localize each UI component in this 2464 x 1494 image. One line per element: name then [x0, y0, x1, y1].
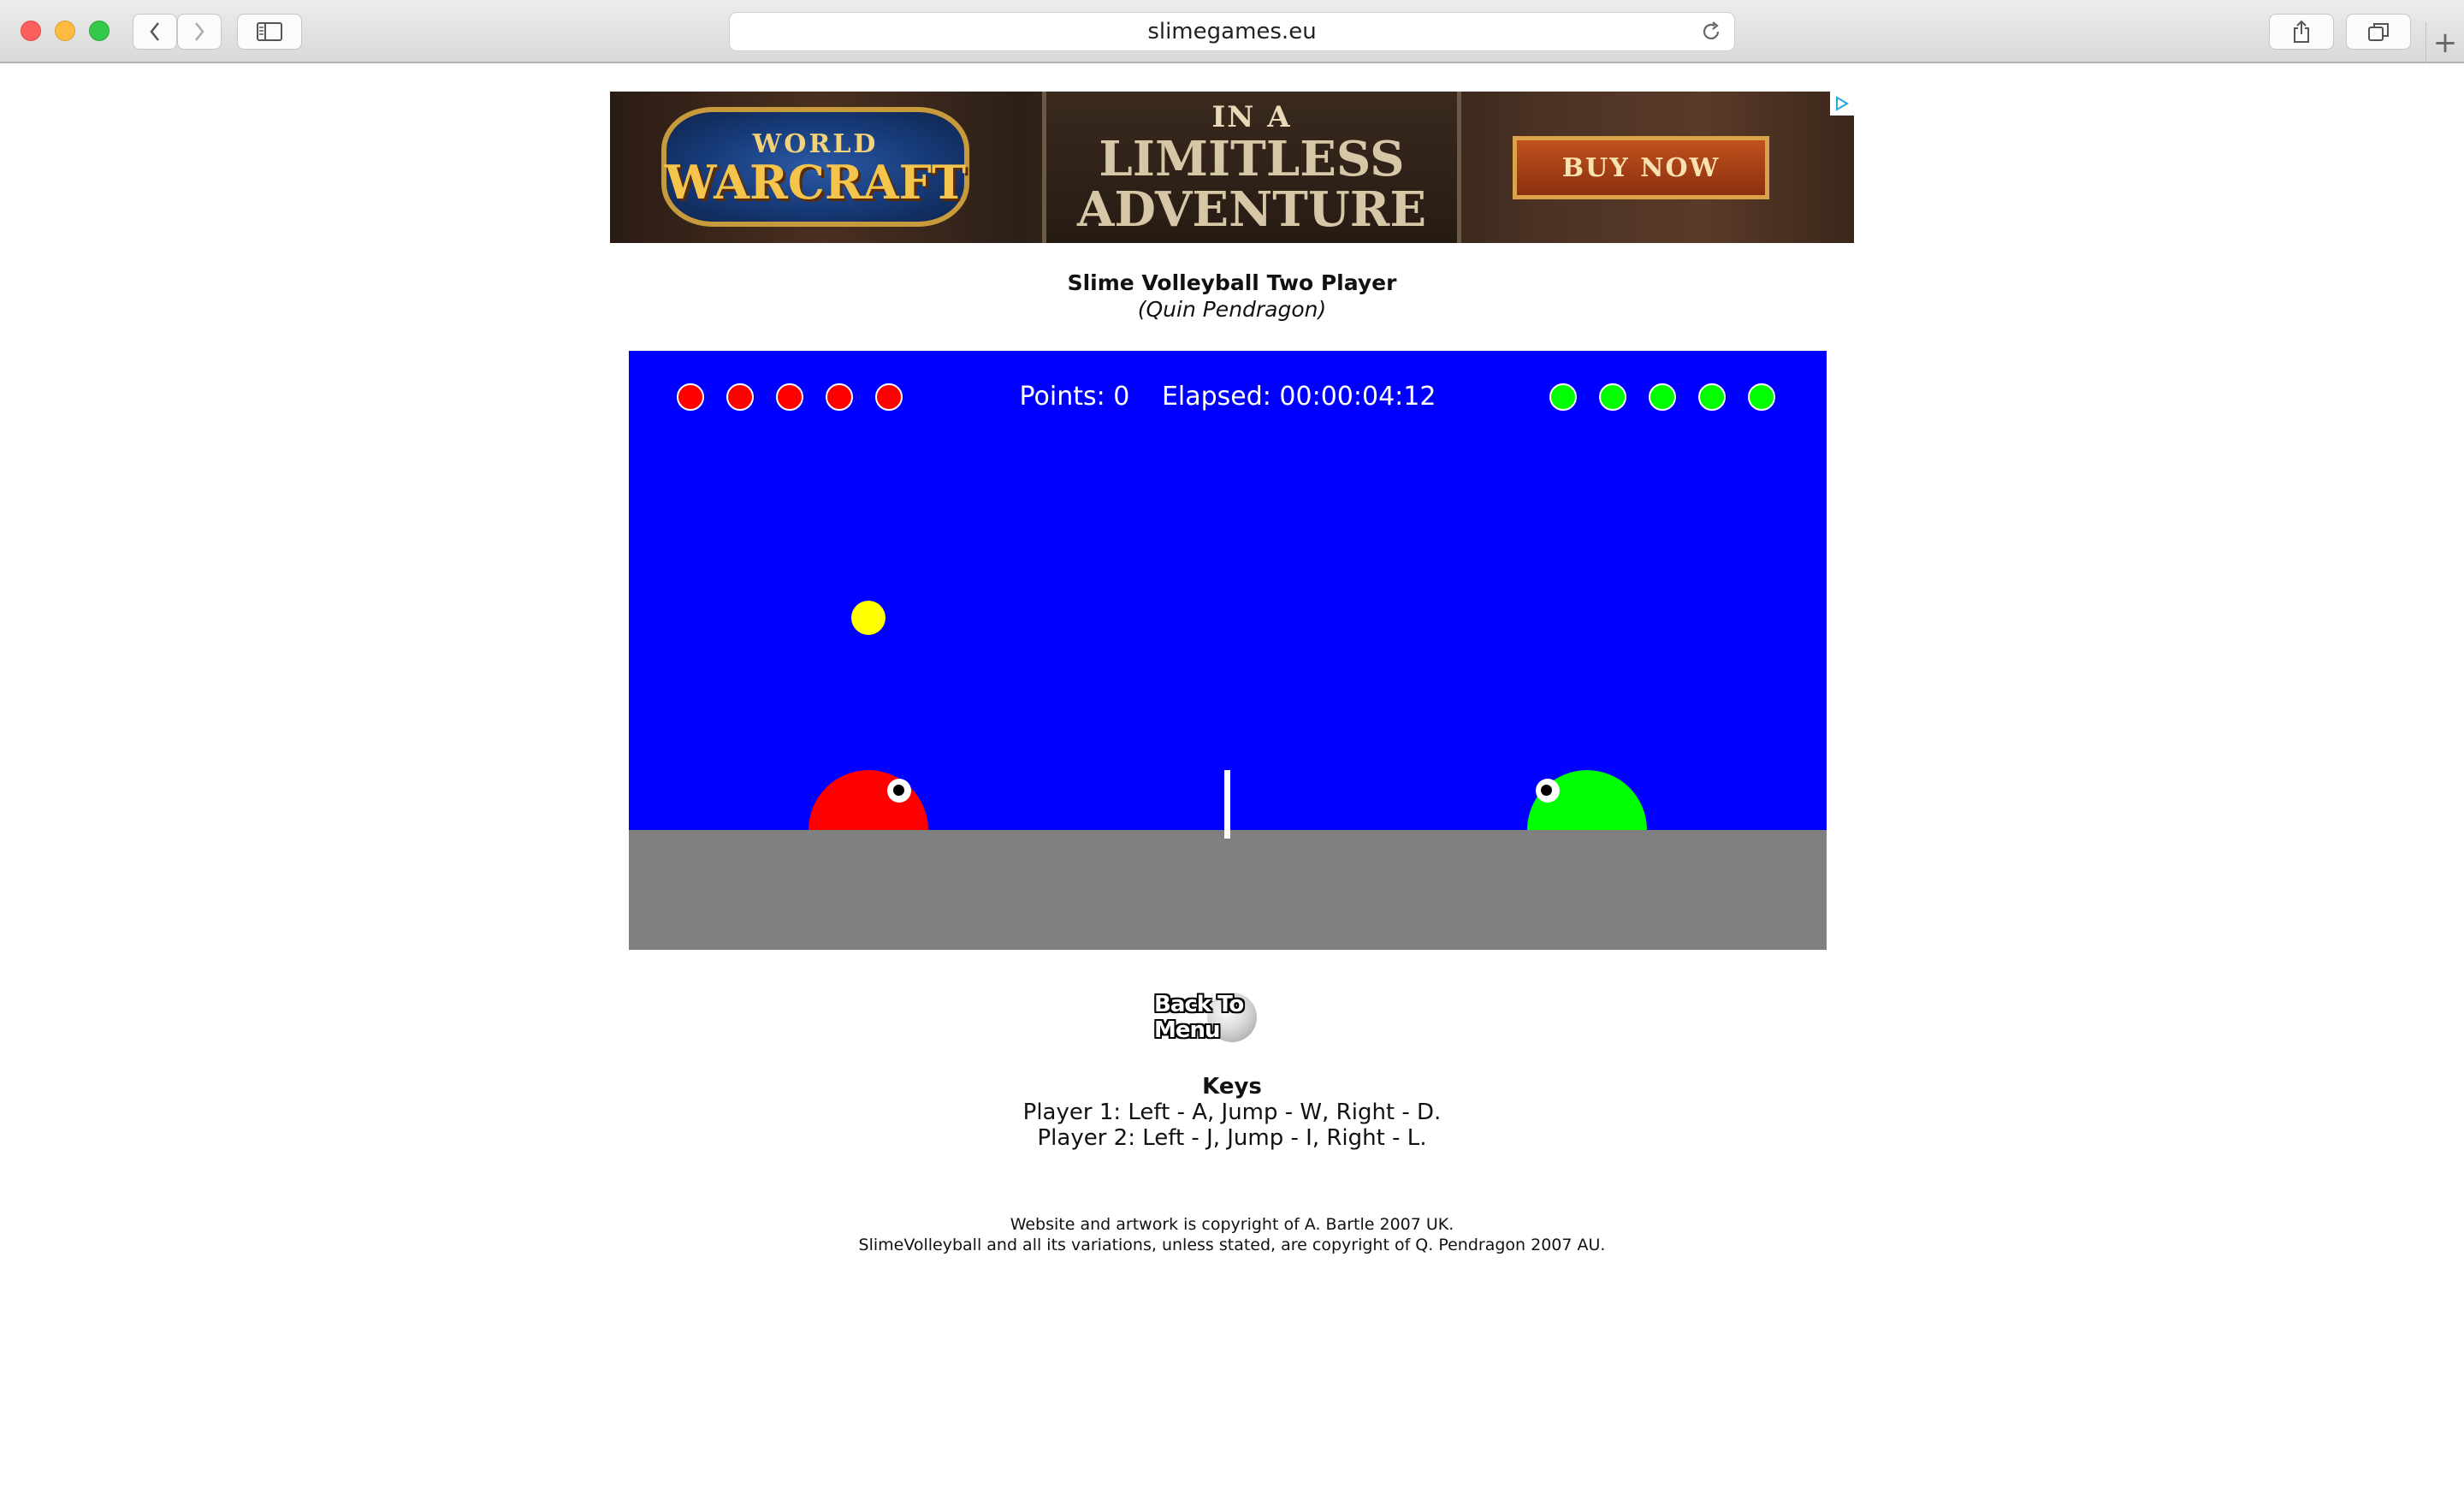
new-tab-button[interactable]: +: [2426, 22, 2464, 63]
volleyball-net: [1224, 770, 1230, 839]
reload-icon[interactable]: [1700, 21, 1722, 43]
keys-heading: Keys: [1202, 1074, 1262, 1100]
keys-instructions: Keys Player 1: Left - A, Jump - W, Right…: [0, 1074, 2464, 1151]
back-nav-button[interactable]: [133, 14, 177, 50]
copyright-line2: SlimeVolleyball and all its variations, …: [858, 1236, 1606, 1254]
player2-eye: [1536, 779, 1560, 803]
court-ground: [629, 830, 1827, 950]
player2-keys: Player 2: Left - J, Jump - I, Right - L.: [1037, 1125, 1427, 1151]
copyright-footer: Website and artwork is copyright of A. B…: [0, 1214, 2464, 1255]
elapsed-timer: Elapsed: 00:00:04:12: [1161, 382, 1436, 412]
logo-main-text: WARCRAFT: [664, 154, 967, 210]
tabs-icon: [2368, 23, 2389, 41]
back-to-menu-label: Back To Menu: [1154, 992, 1244, 1043]
minimize-window-button[interactable]: [55, 21, 75, 41]
share-icon: [2294, 20, 2309, 43]
score-hud: Points: 0 Elapsed: 00:00:04:12: [629, 382, 1827, 412]
game-author: (Quin Pendragon): [1137, 297, 1327, 322]
browser-toolbar: slimegames.eu +: [0, 0, 2464, 63]
ad-slogan-line1: IN A: [1211, 99, 1292, 134]
warcraft-logo: WORLD WARCRAFT: [661, 107, 969, 227]
fullscreen-window-button[interactable]: [89, 21, 110, 41]
address-bar[interactable]: slimegames.eu: [729, 12, 1735, 51]
share-button[interactable]: [2269, 14, 2334, 50]
ad-slogan-panel: IN A LIMITLESS ADVENTURE: [1042, 92, 1461, 243]
chevron-right-icon: [195, 22, 204, 41]
ad-slogan-line3: ADVENTURE: [1076, 181, 1427, 238]
advertisement-banner[interactable]: WORLD WARCRAFT IN A LIMITLESS ADVENTURE …: [610, 92, 1854, 243]
points-counter: Points: 0: [1019, 382, 1130, 412]
volleyball: [851, 601, 886, 635]
back-to-menu-button[interactable]: Back To Menu: [1154, 991, 1310, 1044]
buy-now-button[interactable]: BUY NOW: [1513, 136, 1769, 199]
address-bar-url: slimegames.eu: [1147, 19, 1317, 44]
sidebar-toggle-button[interactable]: [237, 14, 302, 50]
chevron-left-icon: [150, 22, 159, 41]
forward-nav-button[interactable]: [177, 14, 222, 50]
player1-slime: [808, 770, 928, 830]
player2-slime: [1527, 770, 1647, 830]
ad-slogan-line2: LIMITLESS: [1099, 130, 1405, 187]
adchoices-icon[interactable]: [1830, 92, 1854, 116]
sidebar-icon: [257, 22, 282, 41]
player1-keys: Player 1: Left - A, Jump - W, Right - D.: [1022, 1100, 1442, 1125]
close-window-button[interactable]: [21, 21, 41, 41]
game-canvas[interactable]: Points: 0 Elapsed: 00:00:04:12: [629, 351, 1827, 950]
game-title: Slime Volleyball Two Player: [1067, 270, 1397, 295]
player1-eye: [887, 779, 911, 803]
show-tabs-button[interactable]: [2346, 14, 2411, 50]
copyright-line1: Website and artwork is copyright of A. B…: [1010, 1215, 1454, 1234]
